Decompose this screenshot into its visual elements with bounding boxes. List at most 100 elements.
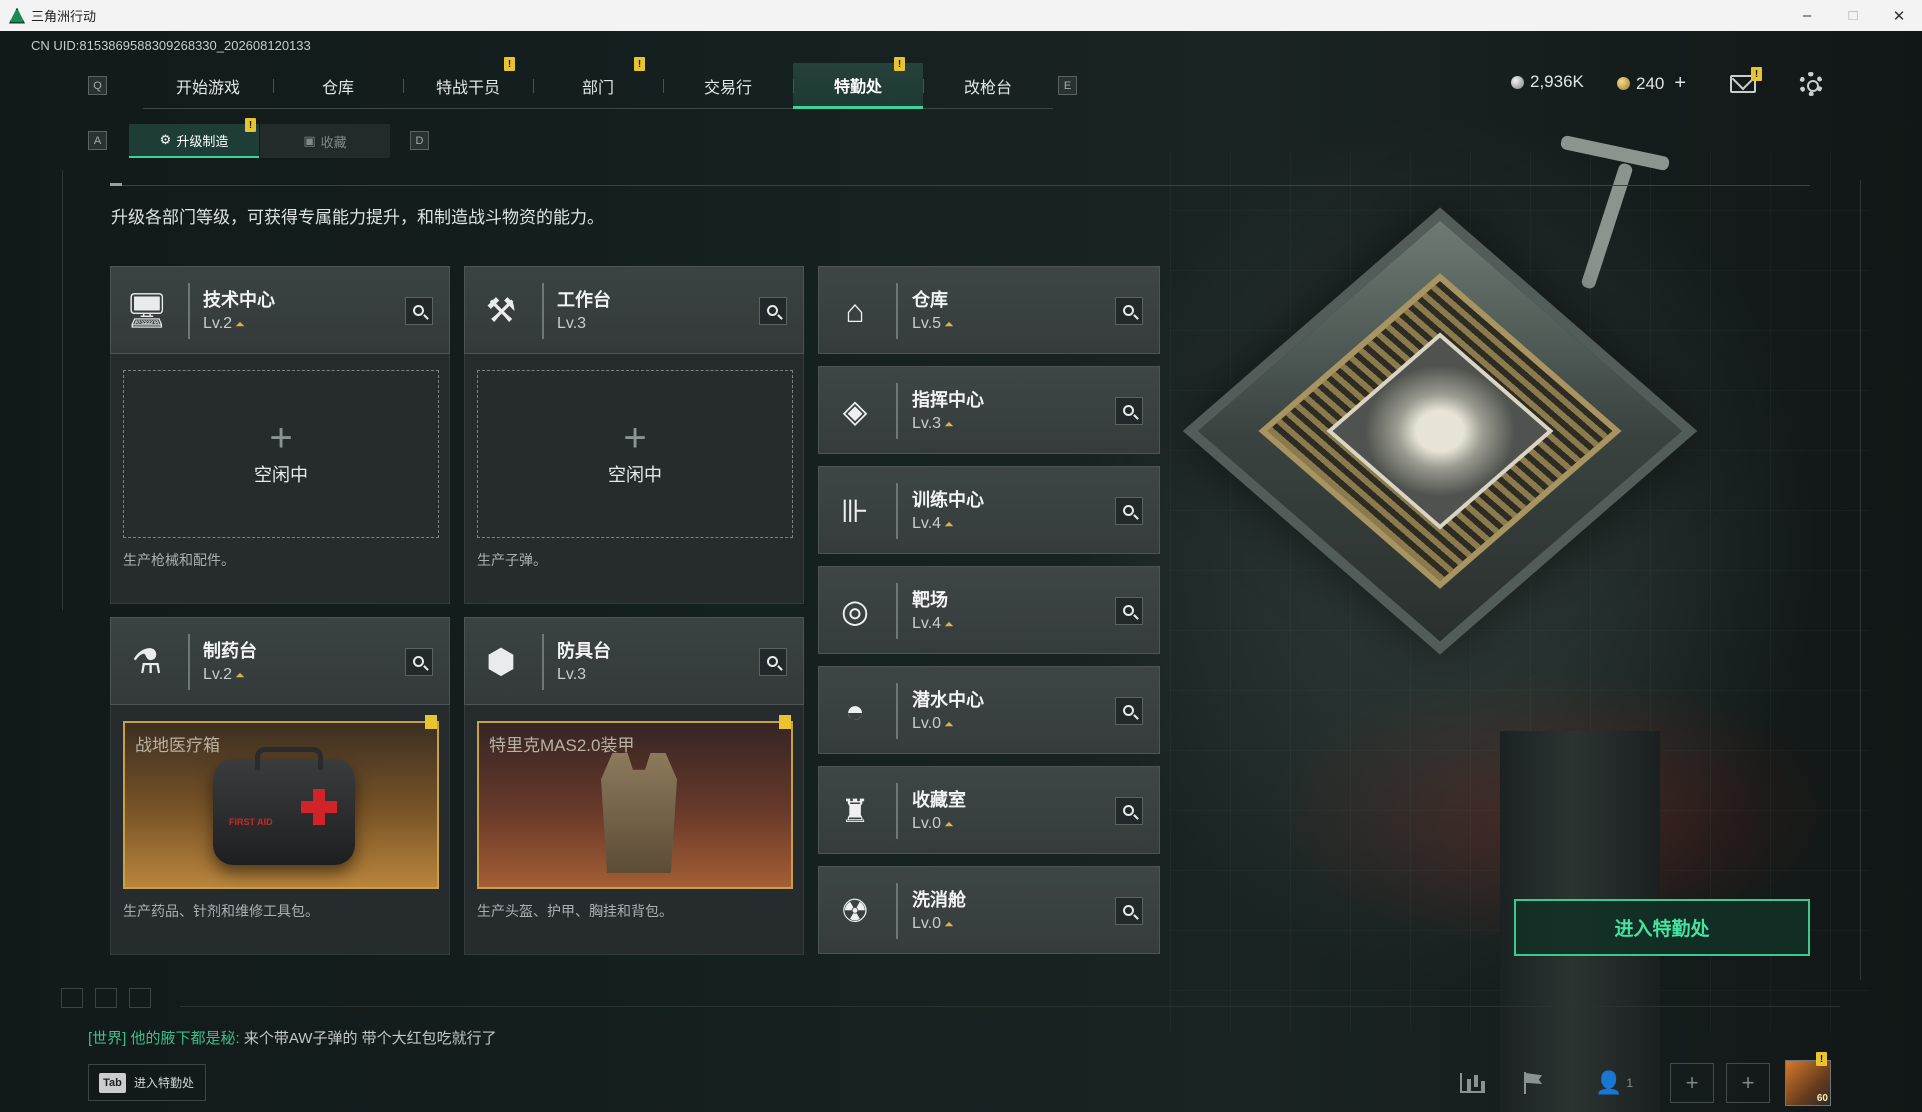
inspect-button[interactable] (1115, 297, 1143, 325)
facility-name: 制药台 (203, 641, 257, 661)
add-currency-button[interactable]: + (1674, 72, 1686, 95)
enter-special-ops-button[interactable]: 进入特勤处 (1514, 899, 1810, 956)
maximize-button[interactable]: □ (1830, 0, 1876, 31)
facility-card-armor-bench[interactable]: ⬢ 防具台 Lv.3 (464, 617, 804, 705)
subnav-next-key-hint: D (410, 131, 429, 150)
level-text: Lv.0 (912, 815, 942, 832)
chat-sender: 他的腋下都是秘: (130, 1030, 240, 1047)
invite-slot-button[interactable]: + (1726, 1063, 1770, 1103)
notification-badge: ! (504, 57, 515, 71)
subtab-label: 升级制造 (176, 133, 229, 149)
product-slot-medkit[interactable]: 战地医疗箱 FIRST AID (123, 721, 439, 889)
card-separator (896, 583, 898, 639)
add-icon: + (623, 416, 647, 460)
inspect-button[interactable] (1115, 497, 1143, 525)
wrench-gear-icon: ⚙ (159, 132, 172, 147)
facility-card-command-center[interactable]: ◈ 指挥中心 Lv.3 ⏶ (818, 366, 1160, 454)
cubes-icon: ⬢ (486, 643, 516, 681)
search-icon (766, 304, 778, 316)
facility-level: Lv.0 ⏶ (912, 815, 954, 833)
tab-shortcut-hint[interactable]: Tab 进入特勤处 (88, 1064, 206, 1101)
chat-edit-icon[interactable] (95, 988, 117, 1008)
facility-name: 训练中心 (912, 490, 984, 510)
facility-level: Lv.3 (557, 315, 586, 333)
facility-card-collection-room[interactable]: ♜ 收藏室 Lv.0 ⏶ (818, 766, 1160, 854)
level-up-icon: ⏶ (235, 317, 245, 331)
facility-card-decontamination[interactable]: ☢ 洗消舱 Lv.0 ⏶ (818, 866, 1160, 954)
idle-production-slot[interactable]: + 空闲中 (477, 370, 793, 538)
silver-amount: 2,936K (1530, 72, 1584, 91)
inspect-button[interactable] (405, 297, 433, 325)
inspect-button[interactable] (759, 297, 787, 325)
computer-icon: 🖥 (125, 292, 169, 330)
diving-mask-icon: ◓ (845, 692, 865, 729)
facility-card-pharmacy[interactable]: ⚗ 制药台 Lv.2 ⏶ (110, 617, 450, 705)
level-text: Lv.3 (557, 315, 587, 332)
gold-coin-icon (1617, 77, 1630, 90)
stats-button[interactable] (1450, 1063, 1494, 1103)
inspect-button[interactable] (1115, 797, 1143, 825)
facility-card-training-center[interactable]: ⊪ 训练中心 Lv.4 ⏶ (818, 466, 1160, 554)
chat-settings-icon[interactable] (129, 988, 151, 1008)
facility-card-tech-center[interactable]: 🖥 技术中心 Lv.2 ⏶ (110, 266, 450, 354)
facility-card-diving-center[interactable]: ◓ 潜水中心 Lv.0 ⏶ (818, 666, 1160, 754)
subtab-collection[interactable]: ▣ 收藏 (260, 124, 390, 158)
notification-badge: ! (1816, 1052, 1827, 1066)
inspect-button[interactable] (1115, 397, 1143, 425)
level-text: Lv.4 (912, 615, 942, 632)
level-up-icon: ⏶ (944, 617, 954, 631)
tab-hint-label: 进入特勤处 (134, 1076, 195, 1090)
friends-button[interactable]: 👤 1 (1584, 1063, 1644, 1103)
tab-start-game[interactable]: 开始游戏 (143, 63, 273, 109)
gear-icon[interactable] (1799, 72, 1823, 96)
product-slot-armor[interactable]: 特里克MAS2.0装甲 (477, 721, 793, 889)
inspect-button[interactable] (1115, 597, 1143, 625)
tools-icon: ⚒ (485, 292, 517, 330)
inspect-button[interactable] (759, 648, 787, 676)
inspect-button[interactable] (405, 648, 433, 676)
idle-production-slot[interactable]: + 空闲中 (123, 370, 439, 538)
avatar[interactable]: 60 (1785, 1060, 1831, 1106)
command-icon: ◈ (842, 393, 868, 429)
tab-gunsmith[interactable]: 改枪台 (923, 63, 1053, 109)
tab-label: 改枪台 (963, 80, 1012, 97)
minimize-button[interactable]: – (1784, 0, 1830, 31)
facility-name: 指挥中心 (912, 390, 984, 410)
inspect-button[interactable] (1115, 697, 1143, 725)
bar-chart-icon (1460, 1073, 1484, 1093)
chat-expand-icon[interactable] (61, 988, 83, 1008)
facility-card-workbench[interactable]: ⚒ 工作台 Lv.3 (464, 266, 804, 354)
subtab-upgrade-craft[interactable]: ⚙ 升级制造 (129, 124, 259, 158)
search-icon (1122, 804, 1134, 816)
card-separator (896, 783, 898, 839)
level-up-icon: ⏶ (944, 317, 954, 331)
level-up-icon: ⏶ (235, 668, 245, 682)
level-text: Lv.2 (203, 315, 233, 332)
card-separator (896, 283, 898, 339)
tab-label: 特战干员 (435, 80, 500, 97)
dumbbell-icon: ⊪ (841, 493, 869, 529)
search-icon (766, 655, 778, 667)
chat-message[interactable]: [世界] 他的腋下都是秘: 来个带AW子弹的 带个大红包吃就行了 (88, 1027, 497, 1048)
avatar-level: 60 (1816, 1093, 1828, 1104)
invite-slot-button[interactable]: + (1670, 1063, 1714, 1103)
subtab-label: 收藏 (320, 134, 347, 150)
card-separator (896, 483, 898, 539)
friends-online-count: 1 (1626, 1076, 1634, 1090)
production-description: 生产头盔、护甲、胸挂和背包。 (477, 903, 673, 919)
facility-name: 潜水中心 (912, 690, 984, 710)
search-icon (1122, 904, 1134, 916)
close-button[interactable]: ✕ (1876, 0, 1922, 31)
tab-trading[interactable]: 交易行 (663, 63, 793, 109)
facility-card-warehouse[interactable]: ⌂ 仓库 Lv.5 ⏶ (818, 266, 1160, 354)
add-icon: + (269, 416, 293, 460)
gold-amount: 240 (1636, 73, 1665, 93)
notification-badge: ! (245, 118, 256, 132)
tab-warehouse[interactable]: 仓库 (273, 63, 403, 109)
facility-card-shooting-range[interactable]: ◎ 靶场 Lv.4 ⏶ (818, 566, 1160, 654)
production-panel: + 空闲中 生产子弹。 (464, 354, 804, 604)
missions-button[interactable] (1512, 1063, 1556, 1103)
inspect-button[interactable] (1115, 897, 1143, 925)
production-description: 生产药品、针剂和维修工具包。 (123, 903, 319, 919)
divider-accent (110, 183, 122, 186)
